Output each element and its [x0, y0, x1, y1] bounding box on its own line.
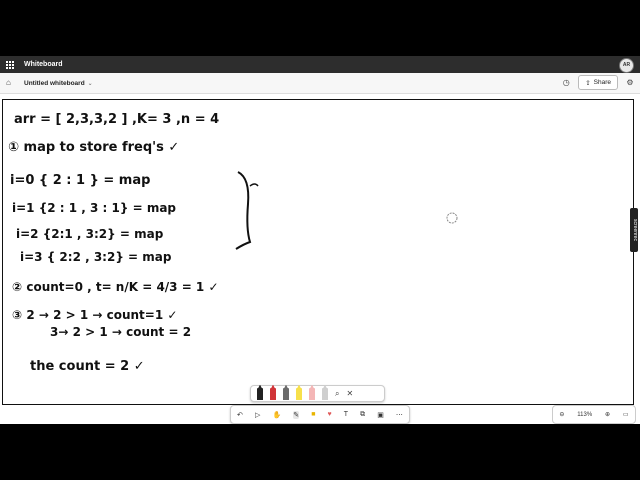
ink-line-4: i=1 {2 : 1 , 3 : 1} = map [12, 201, 176, 215]
chevron-down-icon[interactable]: ⌄ [88, 80, 93, 87]
gray-pen-icon[interactable] [283, 387, 289, 400]
close-icon[interactable]: ✕ [346, 389, 353, 398]
share-icon: ⇪ [585, 79, 591, 87]
app-name: Whiteboard [24, 61, 63, 68]
shapes-icon[interactable]: ⧉ [360, 411, 365, 419]
brace-tip [249, 183, 259, 187]
share-label: Share [593, 79, 611, 86]
document-header: ⌂ Untitled whiteboard ⌄ ◷ ⇪ Share ⚙ [0, 73, 640, 94]
templates-icon[interactable]: ▣ [377, 411, 384, 419]
lasso-icon[interactable]: ⌕ [335, 389, 339, 399]
ink-line-1: arr = [ 2,3,3,2 ] ,K= 3 ,n = 4 [14, 112, 219, 127]
ink-line-6: i=3 { 2:2 , 3:2} = map [20, 250, 172, 264]
brace-mark [235, 171, 252, 250]
text-icon[interactable]: T [344, 411, 348, 418]
timer-icon[interactable]: ◷ [560, 77, 572, 89]
ink-line-9: 3→ 2 > 1 → count = 2 [50, 325, 191, 339]
handwriting-layer: arr = [ 2,3,3,2 ] ,K= 3 ,n = 4 ① map to … [8, 112, 458, 374]
zoom-in-icon[interactable]: ⊕ [605, 411, 610, 418]
ink-line-2: ① map to store freq's ✓ [8, 140, 179, 155]
reaction-icon[interactable]: ♥ [328, 411, 332, 418]
settings-icon[interactable]: ⚙ [624, 77, 636, 89]
yellow-highlighter-icon[interactable] [296, 387, 302, 400]
app-bar: Whiteboard AR [0, 56, 640, 73]
sticky-note-icon[interactable]: ■ [311, 411, 315, 418]
black-pen-icon[interactable] [257, 387, 263, 400]
whiteboard-canvas[interactable]: arr = [ 2,3,3,2 ] ,K= 3 ,n = 4 ① map to … [0, 94, 640, 424]
pen-tray: ⌕ ✕ [250, 385, 385, 402]
app-launcher-icon[interactable] [6, 60, 14, 69]
ink-line-8: ③ 2 → 2 > 1 → count=1 ✓ [12, 308, 177, 322]
pink-highlighter-icon[interactable] [309, 387, 315, 400]
undo-icon[interactable]: ↶ [237, 411, 243, 419]
screen-recorder-badge[interactable]: screenrec [630, 208, 638, 252]
zoom-control: ⊖ 113% ⊕ ▭ [552, 405, 636, 424]
hand-icon[interactable]: ✋ [272, 411, 281, 419]
fit-to-screen-icon[interactable]: ▭ [623, 411, 629, 418]
more-icon[interactable]: ⋯ [396, 411, 403, 419]
ink-line-10: the count = 2 ✓ [30, 359, 145, 374]
ink-line-5: i=2 {2:1 , 3:2} = map [16, 227, 164, 241]
cursor-indicator-icon [446, 212, 458, 224]
home-icon[interactable]: ⌂ [6, 78, 16, 88]
pen-icon[interactable]: ✎ [293, 410, 300, 419]
zoom-level[interactable]: 113% [577, 412, 592, 418]
red-pen-icon[interactable] [270, 387, 276, 400]
select-icon[interactable]: ▷ [255, 411, 260, 419]
ink-line-3: i=0 { 2 : 1 } = map [10, 173, 150, 188]
share-button[interactable]: ⇪ Share [578, 75, 618, 90]
doc-title[interactable]: Untitled whiteboard [24, 80, 85, 87]
bottom-toolbar: ↶ ▷ ✋ ✎ ■ ♥ T ⧉ ▣ ⋯ [230, 405, 410, 424]
ink-line-7: ② count=0 , t= n/K = 4/3 = 1 ✓ [12, 280, 219, 294]
eraser-icon[interactable] [322, 387, 328, 400]
zoom-out-icon[interactable]: ⊖ [559, 411, 564, 418]
avatar[interactable]: AR [619, 58, 634, 73]
